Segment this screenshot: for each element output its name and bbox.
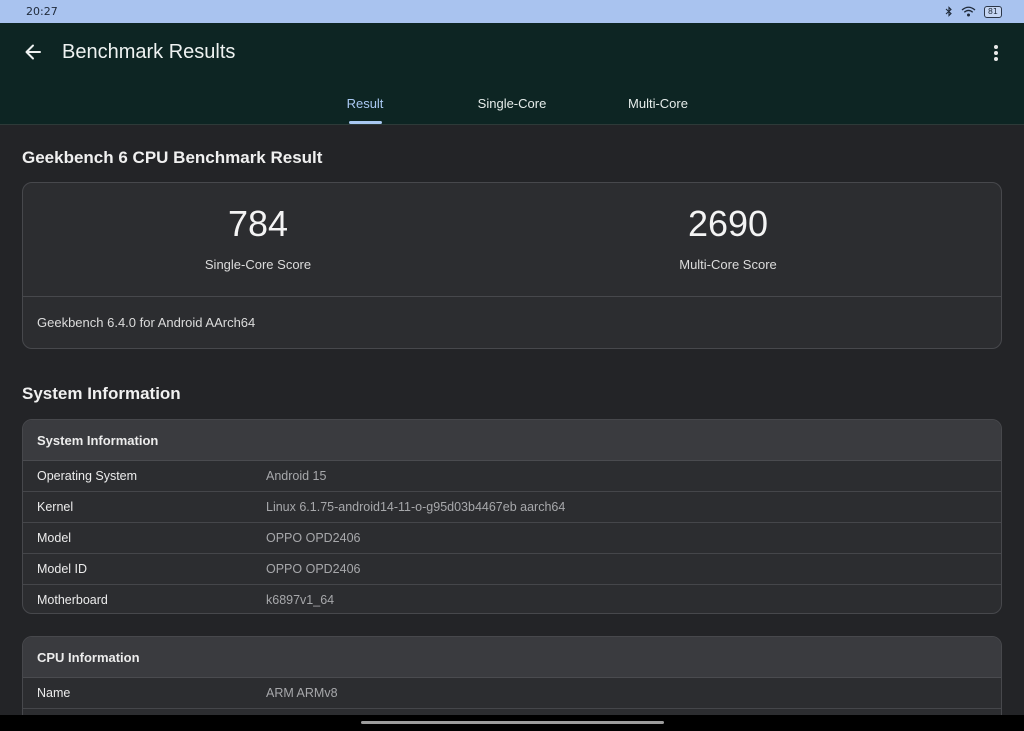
system-information-heading: System Information xyxy=(22,384,181,403)
tab-bar: Result Single-Core Multi-Core xyxy=(0,93,1024,125)
tab-single-core[interactable]: Single-Core xyxy=(478,96,547,111)
table-row: Motherboard k6897v1_64 xyxy=(23,585,1001,613)
row-value: Android 15 xyxy=(266,469,327,483)
status-icons: 81 xyxy=(945,5,1002,18)
row-key: Kernel xyxy=(37,500,74,514)
cpu-information-table: CPU Information Name ARM ARMv8 xyxy=(22,636,1002,716)
tab-multi-core[interactable]: Multi-Core xyxy=(628,96,688,111)
navigation-bar xyxy=(0,715,1024,731)
table-row: Model OPPO OPD2406 xyxy=(23,523,1001,554)
table-row: Operating System Android 15 xyxy=(23,461,1001,492)
battery-icon: 81 xyxy=(983,5,1002,18)
benchmark-heading: Geekbench 6 CPU Benchmark Result xyxy=(22,148,323,167)
row-value: ARM ARMv8 xyxy=(266,686,338,700)
row-key: Model ID xyxy=(37,562,88,576)
table-header: System Information xyxy=(23,420,1001,461)
row-value: OPPO OPD2406 xyxy=(266,562,361,576)
app-bar: Benchmark Results Result Single-Core Mul… xyxy=(0,23,1024,125)
single-core-score-label: Single-Core Score xyxy=(204,257,312,272)
row-key: Motherboard xyxy=(37,593,108,607)
status-time: 20:27 xyxy=(26,5,58,18)
row-value: Linux 6.1.75-android14-11-o-g95d03b4467e… xyxy=(266,500,566,514)
table-row: Model ID OPPO OPD2406 xyxy=(23,554,1001,585)
gesture-handle[interactable] xyxy=(361,721,664,724)
row-key: Name xyxy=(37,686,71,700)
row-value: OPPO OPD2406 xyxy=(266,531,361,545)
page-title: Benchmark Results xyxy=(62,41,236,63)
table-header: CPU Information xyxy=(23,637,1001,678)
single-core-score-value: 784 xyxy=(227,203,289,244)
result-content[interactable]: Geekbench 6 CPU Benchmark Result 784 Sin… xyxy=(0,126,1024,716)
score-card: 784 Single-Core Score 2690 Multi-Core Sc… xyxy=(22,182,1002,349)
more-vertical-icon[interactable] xyxy=(988,43,1004,63)
status-bar: 20:27 81 xyxy=(0,0,1024,23)
wifi-icon xyxy=(961,6,976,17)
system-information-table: System Information Operating System Andr… xyxy=(22,419,1002,614)
table-row: Kernel Linux 6.1.75-android14-11-o-g95d0… xyxy=(23,492,1001,523)
tab-indicator xyxy=(349,121,382,124)
table-row: Name ARM ARMv8 xyxy=(23,678,1001,709)
multi-core-score-label: Multi-Core Score xyxy=(679,257,777,272)
multi-core-score: 2690 Multi-Core Score xyxy=(493,203,963,272)
benchmark-version: Geekbench 6.4.0 for Android AArch64 xyxy=(37,315,256,330)
scores-row: 784 Single-Core Score 2690 Multi-Core Sc… xyxy=(23,183,1001,297)
bluetooth-icon xyxy=(945,6,952,17)
tab-result[interactable]: Result xyxy=(347,96,384,111)
single-core-score: 784 Single-Core Score xyxy=(23,203,493,272)
row-key: Model xyxy=(37,531,72,545)
row-value: k6897v1_64 xyxy=(266,593,335,607)
multi-core-score-value: 2690 xyxy=(687,203,769,244)
row-key: Operating System xyxy=(37,469,138,483)
arrow-left-icon[interactable] xyxy=(22,41,44,63)
